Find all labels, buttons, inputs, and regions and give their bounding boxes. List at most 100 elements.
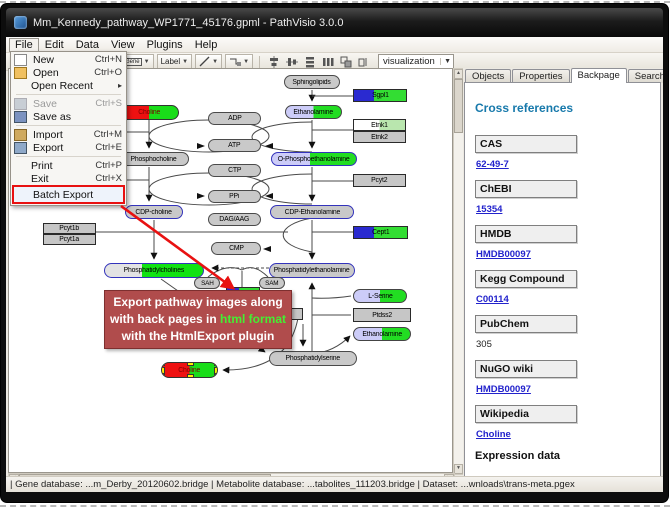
node-label: Cept1 (372, 229, 389, 236)
pathway-node-phosphatidylserine[interactable]: Phosphatidylserine (269, 351, 357, 366)
crossref-link[interactable]: HMDB00097 (476, 384, 531, 395)
crossref-link[interactable]: HMDB00097 (476, 249, 531, 260)
pathway-node-cmp[interactable]: CMP (211, 242, 261, 255)
visualization-combobox[interactable]: visualization ▼ (378, 54, 454, 69)
file-menu-item-open-recent[interactable]: Open Recent▸ (12, 79, 125, 92)
file-menu-item-print[interactable]: PrintCtrl+P (12, 159, 125, 172)
node-label: DAG/AAG (220, 216, 250, 223)
vertical-scroll-thumb[interactable] (454, 79, 463, 133)
file-menu-item-import[interactable]: ImportCtrl+M (12, 128, 125, 141)
visualization-dropdown-arrow[interactable]: ▼ (440, 58, 451, 65)
pathway-node-phosphatidylethanolamine[interactable]: Phosphatidylethanolamine (269, 263, 355, 278)
ungroup-icon[interactable] (356, 55, 371, 69)
menu-item-shortcut: Ctrl+M (94, 129, 122, 140)
crossref-link[interactable]: Choline (476, 429, 511, 440)
menu-file[interactable]: File (9, 38, 39, 52)
align-middle-icon[interactable] (284, 55, 299, 69)
distribute-vertical-icon[interactable] (302, 55, 317, 69)
align-center-icon[interactable] (266, 55, 281, 69)
distribute-horizontal-icon[interactable] (320, 55, 335, 69)
pathway-node-etnk2[interactable]: Etnk2 (353, 131, 406, 143)
menu-edit[interactable]: Edit (39, 39, 70, 51)
tab-backpage[interactable]: Backpage (571, 68, 627, 83)
no-icon (14, 161, 25, 171)
pathway-node-ethanolamine[interactable]: Ethanolamine (285, 105, 342, 119)
pathway-node-ctp[interactable]: CTP (208, 164, 261, 177)
pathway-node-pcyt1b[interactable]: Pcyt1b (43, 223, 96, 234)
scroll-down-arrow[interactable]: ▼ (454, 464, 463, 474)
pathway-node-ppi[interactable]: PPi (208, 190, 261, 203)
pathway-node-dag-aag[interactable]: DAG/AAG (208, 213, 261, 226)
file-menu-item-save[interactable]: SaveCtrl+S (12, 97, 125, 110)
pathway-node-ethanolamine[interactable]: Ethanolamine (353, 327, 411, 341)
crossref-link[interactable]: 15354 (476, 204, 502, 215)
selection-handle[interactable] (161, 362, 165, 366)
label-tool[interactable]: Label ▼ (157, 54, 193, 69)
submenu-arrow-icon: ▸ (118, 81, 122, 90)
pathway-node-etnk1[interactable]: Etnk1 (353, 119, 406, 131)
status-bar: | Gene database: ...m_Derby_20120602.bri… (6, 476, 663, 492)
file-menu-item-save-as[interactable]: Save as (12, 110, 125, 123)
menu-plugins[interactable]: Plugins (141, 39, 189, 51)
selection-handle[interactable] (214, 367, 218, 374)
node-label: CMP (229, 245, 244, 252)
pathway-node-phosphocholine[interactable]: Phosphocholine (118, 152, 189, 166)
tutorial-annotation: Export pathway images along with back pa… (104, 290, 292, 349)
pathway-node-pcyt1a[interactable]: Pcyt1a (43, 234, 96, 245)
scroll-up-arrow[interactable]: ▲ (454, 69, 463, 79)
selection-handle[interactable] (187, 362, 194, 366)
pathway-node-l-serine[interactable]: L-Serine (353, 289, 407, 303)
pathway-node-choline[interactable]: Choline (161, 362, 218, 378)
no-icon (14, 174, 25, 184)
file-menu-item-open[interactable]: OpenCtrl+O (12, 66, 125, 79)
menu-view[interactable]: View (105, 39, 141, 51)
expression-data-heading: Expression data (475, 450, 650, 462)
crossref-link[interactable]: C00114 (476, 294, 509, 305)
pathway-node-pcyt2[interactable]: Pcyt2 (353, 174, 406, 187)
no-icon (14, 81, 25, 91)
file-menu-dropdown: NewCtrl+NOpenCtrl+OOpen Recent▸ SaveCtrl+… (10, 51, 127, 206)
annotation-text-green: html format (220, 312, 286, 326)
tab-properties[interactable]: Properties (512, 69, 569, 83)
chevron-down-icon[interactable]: ▼ (243, 59, 249, 65)
group-icon[interactable] (338, 55, 353, 69)
pathway-node-cdp-choline[interactable]: CDP-choline (125, 205, 183, 219)
pathway-node-phosphatidylcholines[interactable]: Phosphatidylcholines (104, 263, 204, 278)
backpage-panel[interactable]: Cross references CAS62-49-7ChEBI15354HMD… (464, 82, 661, 481)
pathway-node-cdp-ethanolamine[interactable]: CDP-Ethanolamine (270, 205, 354, 219)
menu-item-shortcut: Ctrl+S (95, 98, 122, 109)
chevron-down-icon[interactable]: ▼ (212, 59, 218, 65)
backpage-section-pubchem: PubChem305 (475, 315, 650, 350)
pathway-node-sah[interactable]: SAH (194, 277, 220, 289)
chevron-down-icon[interactable]: ▼ (182, 59, 188, 65)
pathway-node-ptdss2[interactable]: Ptdss2 (353, 308, 411, 322)
file-menu-item-new[interactable]: NewCtrl+N (12, 53, 125, 66)
pathway-node-cept1[interactable]: Cept1 (353, 226, 408, 239)
pathway-node-o-phosphoethanolamine[interactable]: O-Phosphoethanolamine (271, 152, 357, 166)
menu-data[interactable]: Data (70, 39, 105, 51)
pathway-node-sgpl1[interactable]: Sgpl1 (353, 89, 407, 102)
pathway-node-choline[interactable]: Choline (119, 105, 179, 120)
menu-help[interactable]: Help (189, 39, 224, 51)
crossref-link[interactable]: 62-49-7 (476, 159, 509, 170)
connector-tool[interactable]: ▼ (225, 54, 253, 69)
node-label: Ethanolamine (362, 331, 402, 338)
line-tool[interactable]: ▼ (195, 54, 222, 69)
file-menu-item-batch-export[interactable]: Batch Export (12, 185, 125, 204)
title-bar[interactable]: Mm_Kennedy_pathway_WP1771_45176.gpml - P… (6, 8, 663, 37)
file-menu-item-exit[interactable]: ExitCtrl+X (12, 172, 125, 185)
tab-search[interactable]: Search (628, 69, 663, 83)
menu-item-label: Import (33, 129, 94, 141)
selection-handle[interactable] (187, 374, 194, 378)
node-label: Phosphocholine (130, 156, 176, 163)
pathway-node-sam[interactable]: SAM (259, 277, 285, 289)
pathway-node-sphingolipids[interactable]: Sphingolipids (284, 75, 340, 89)
pathway-node-atp[interactable]: ATP (208, 139, 261, 152)
tab-objects[interactable]: Objects (465, 69, 511, 83)
chevron-down-icon[interactable]: ▼ (144, 59, 150, 65)
node-label: Phosphatidylethanolamine (274, 267, 350, 274)
pathway-node-adp[interactable]: ADP (208, 112, 261, 125)
database-name: NuGO wiki (475, 360, 577, 378)
file-menu-item-export[interactable]: ExportCtrl+E (12, 141, 125, 154)
selection-handle[interactable] (161, 367, 165, 374)
